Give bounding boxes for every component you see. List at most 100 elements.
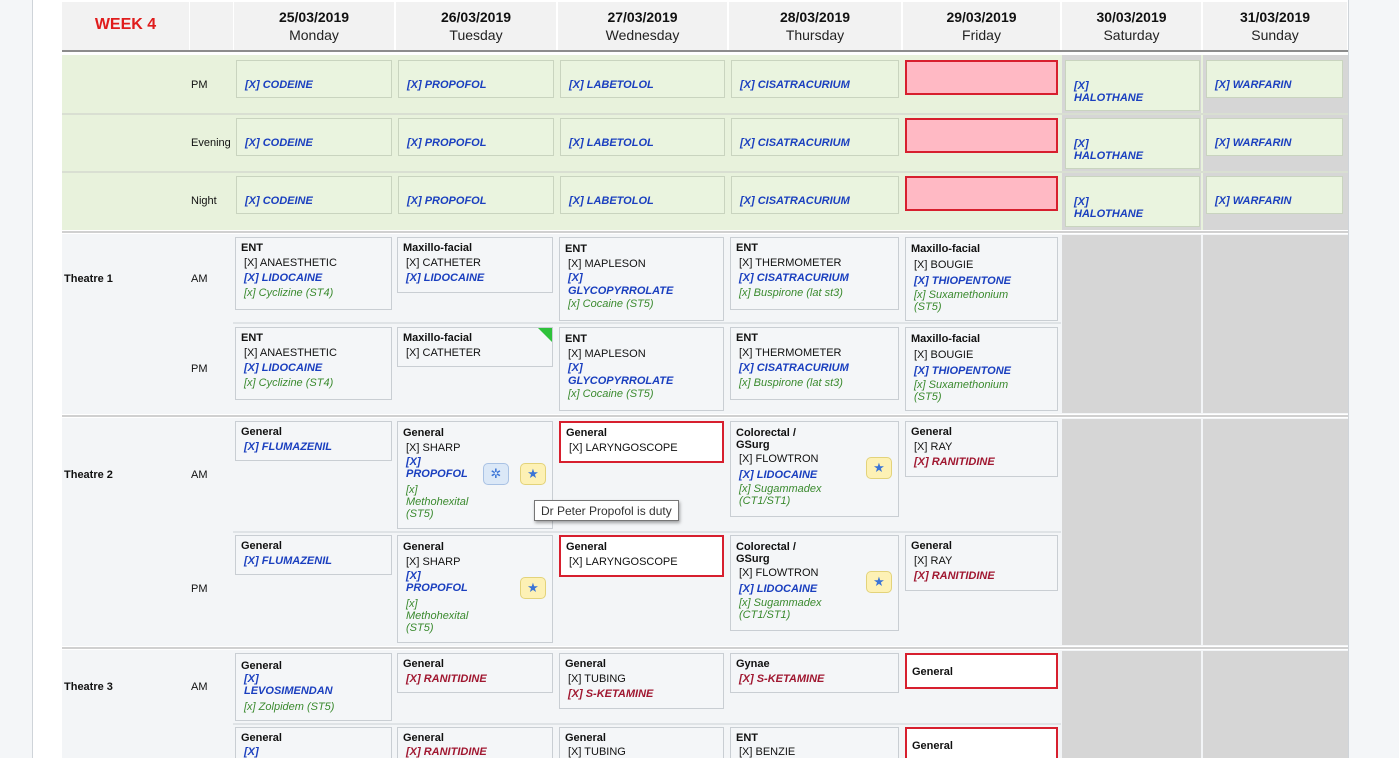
oncall-card[interactable]: [X] HALOTHANE [1065, 118, 1200, 169]
specialty-label: General [912, 666, 953, 678]
oncall-card[interactable]: [X] PROPOFOL [398, 118, 554, 156]
trainee-entry: [x] Cyclizine (ST4) [244, 287, 334, 299]
specialty-label: General [241, 540, 282, 552]
session-card[interactable]: General [X] RANITIDINE [397, 653, 553, 693]
session-card[interactable]: General [X] RAY [X] RANITIDINE [905, 535, 1058, 591]
star-icon[interactable]: ★ [866, 457, 892, 479]
staff-entry: [X] LARYNGOSCOPE [569, 442, 678, 454]
session-card[interactable]: General [X] RAY [X] RANITIDINE [905, 421, 1058, 477]
oncall-card[interactable]: [X] CISATRACURIUM [731, 118, 899, 156]
staff-entry: [X] SHARP [406, 556, 461, 568]
specialty-label: General [911, 426, 952, 438]
staff-entry: [X] [244, 673, 259, 685]
specialty-label: GSurg [736, 553, 770, 565]
trainee-entry: (ST5) [914, 391, 942, 403]
header-day-fri: 29/03/2019 Friday [903, 2, 1060, 50]
session-card[interactable]: General [X] RANITIDINE [397, 727, 553, 758]
specialty-label: General [565, 732, 606, 744]
session-card[interactable]: ENT [X] MAPLESON [X] GLYCOPYRROLATE [x] … [559, 237, 724, 321]
header-date: 26/03/2019 [440, 9, 512, 25]
session-card[interactable]: General [X] TUBING [559, 727, 724, 758]
staff-entry: [X] TUBING [568, 673, 626, 685]
oncall-card[interactable]: [X] HALOTHANE [1065, 176, 1200, 227]
session-card[interactable]: Maxillo-facial [X] BOUGIE [X] THIOPENTON… [905, 327, 1058, 411]
unfilled-slot[interactable] [905, 60, 1058, 95]
session-card[interactable]: ENT [X] MAPLESON [X] GLYCOPYRROLATE [x] … [559, 327, 724, 411]
session-card[interactable]: General [X] FLUMAZENIL [235, 421, 392, 461]
oncall-card[interactable]: [X] CISATRACURIUM [731, 60, 899, 98]
header-day-sat: 30/03/2019 Saturday [1062, 2, 1201, 50]
session-card[interactable]: ENT [X] BENZIE [730, 727, 899, 758]
unfilled-slot[interactable] [905, 118, 1058, 153]
header-day-thu: 28/03/2019 Thursday [729, 2, 901, 50]
session-card[interactable]: ENT [X] ANAESTHETIC [X] LIDOCAINE [x] Cy… [235, 237, 392, 310]
oncall-name: [X] CISATRACURIUM [740, 195, 850, 207]
specialty-label: General [241, 426, 282, 438]
header-date: 27/03/2019 [607, 9, 678, 25]
trainee-entry: [x] [406, 484, 418, 496]
gear-icon[interactable]: ✲ [483, 463, 509, 485]
session-card[interactable]: General [X] LEVOSIMENDAN [x] Zolpidem (S… [235, 653, 392, 721]
session-card[interactable]: General [X] FLUMAZENIL [235, 535, 392, 575]
specialty-label: Gynae [736, 658, 770, 670]
trainee-entry: (CT1/ST1) [739, 495, 791, 507]
session-card-flagged[interactable]: General [905, 727, 1058, 758]
specialty-label: Colorectal / [736, 541, 796, 553]
oncall-card[interactable]: [X] CISATRACURIUM [731, 176, 899, 214]
oncall-card[interactable]: [X] PROPOFOL [398, 60, 554, 98]
staff-entry: [X] RANITIDINE [406, 746, 487, 758]
specialty-label: ENT [736, 242, 758, 254]
session-card-flagged[interactable]: General [X] LARYNGOSCOPE [559, 421, 724, 463]
oncall-name: HALOTHANE [1074, 208, 1144, 220]
session-card-flagged[interactable]: General [X] LARYNGOSCOPE [559, 535, 724, 577]
specialty-label: General [566, 541, 607, 553]
session-card[interactable]: ENT [X] THERMOMETER [X] CISATRACURIUM [x… [730, 327, 899, 400]
header-day-sun: 31/03/2019 Sunday [1203, 2, 1347, 50]
weekend-empty [1062, 651, 1201, 758]
session-card-flagged[interactable]: General [905, 653, 1058, 689]
staff-entry: [X] CATHETER [406, 347, 481, 359]
session-card[interactable]: Maxillo-facial [X] CATHETER [397, 327, 553, 367]
session-card[interactable]: Gynae [X] S-KETAMINE [730, 653, 899, 693]
specialty-label: ENT [241, 242, 263, 254]
session-card[interactable]: General [X] [235, 727, 392, 758]
specialty-label: Colorectal / [736, 427, 796, 439]
header-date: 30/03/2019 [1096, 9, 1167, 25]
section-divider [62, 647, 1348, 649]
oncall-card[interactable]: [X] CODEINE [236, 118, 392, 156]
oncall-card[interactable]: [X] CODEINE [236, 176, 392, 214]
session-card[interactable]: Maxillo-facial [X] CATHETER [X] LIDOCAIN… [397, 237, 553, 293]
header-date: 29/03/2019 [946, 9, 1017, 25]
oncall-card[interactable]: [X] LABETOLOL [560, 60, 725, 98]
trainee-entry: [x] Suxamethonium [914, 289, 1009, 301]
unfilled-slot[interactable] [905, 176, 1058, 211]
star-icon[interactable]: ★ [520, 463, 546, 485]
oncall-card[interactable]: [X] CODEINE [236, 60, 392, 98]
staff-entry: LEVOSIMENDAN [244, 685, 333, 697]
session-card[interactable]: ENT [X] THERMOMETER [X] CISATRACURIUM [x… [730, 237, 899, 310]
header-day-name: Thursday [785, 27, 845, 43]
week-label: WEEK 4 [62, 2, 189, 50]
trainee-entry: Methohexital [406, 496, 469, 508]
session-card[interactable]: General [X] TUBING [X] S-KETAMINE [559, 653, 724, 709]
oncall-card[interactable]: [X] WARFARIN [1206, 60, 1343, 98]
oncall-card[interactable]: [X] LABETOLOL [560, 118, 725, 156]
trainee-entry: (ST5) [406, 622, 434, 634]
oncall-card[interactable]: [X] PROPOFOL [398, 176, 554, 214]
trainee-entry: [x] Buspirone (lat st3) [739, 287, 843, 299]
session-label: Evening [191, 137, 231, 149]
header-blank [190, 2, 233, 50]
oncall-card[interactable]: [X] WARFARIN [1206, 118, 1343, 156]
oncall-card[interactable]: [X] WARFARIN [1206, 176, 1343, 214]
oncall-card[interactable]: [X] HALOTHANE [1065, 60, 1200, 111]
weekend-empty [1062, 235, 1201, 413]
header-day-mon: 25/03/2019 Monday [234, 2, 394, 50]
staff-entry: [X] [568, 272, 583, 284]
oncall-card[interactable]: [X] LABETOLOL [560, 176, 725, 214]
staff-entry: [X] BENZIE [739, 746, 796, 758]
session-card[interactable]: ENT [X] ANAESTHETIC [X] LIDOCAINE [x] Cy… [235, 327, 392, 400]
session-card[interactable]: Maxillo-facial [X] BOUGIE [X] THIOPENTON… [905, 237, 1058, 321]
star-icon[interactable]: ★ [866, 571, 892, 593]
star-icon[interactable]: ★ [520, 577, 546, 599]
oncall-name: [X] LABETOLOL [569, 195, 654, 207]
